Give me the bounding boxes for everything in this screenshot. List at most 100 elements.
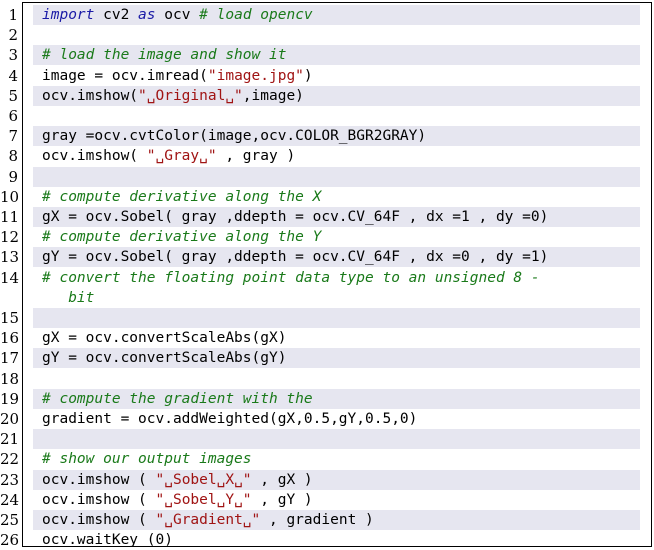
line-code: # compute derivative along the Y (42, 227, 321, 247)
line-number: 12 (0, 228, 20, 247)
code-token: , gray ) (216, 148, 296, 165)
string-token: "␣Gradient␣" (155, 512, 261, 528)
code-token: gX = ocv.convertScaleAbs(gX) (42, 330, 287, 347)
line-code: # load the image and show it (42, 45, 286, 65)
line-number: 24 (0, 490, 20, 509)
line-code: # compute the gradient with the (42, 389, 313, 409)
line-code: gradient = ocv.addWeighted(gX,0.5,gY,0.5… (42, 409, 417, 429)
code-line: 16 gX = ocv.convertScaleAbs(gX) (0, 328, 654, 348)
code-token: gX = ocv.Sobel( gray ,ddepth = ocv.CV_64… (42, 209, 549, 225)
line-number: 1 (8, 6, 18, 24)
code-line: 9 (0, 166, 654, 187)
line-code: ocv.waitKey (0) (42, 530, 173, 550)
string-token: "␣Original␣" (138, 87, 243, 104)
code-line: 15 (0, 308, 654, 328)
code-line: 3 # load the image and show it (0, 45, 654, 66)
line-number: 10 (0, 187, 20, 206)
line-number: 25 (0, 511, 20, 529)
code-token: ocv.waitKey (0) (42, 532, 173, 549)
line-code: # show our output images (42, 449, 252, 469)
line-number: 18 (0, 369, 20, 388)
code-line: 14 # convert the floating point data type… (0, 268, 654, 288)
code-token: ocv.imshow ( (42, 491, 156, 508)
code-line: 10 # compute derivative along the X (0, 187, 654, 207)
code-line: 11 gX = ocv.Sobel( gray ,ddepth = ocv.CV_… (0, 207, 654, 227)
keyword-token: as (138, 7, 156, 23)
line-number: 8 (8, 147, 18, 166)
code-line: 2 (0, 25, 654, 45)
line-number: 4 (8, 66, 18, 85)
line-number: 16 (0, 329, 20, 348)
code-token: ) (303, 67, 313, 84)
line-number: 19 (0, 389, 20, 408)
code-line: 5 ocv.imshow("␣Original␣",image) (0, 85, 654, 106)
code-token: gradient = ocv.addWeighted(gX,0.5,gY,0.5… (42, 411, 418, 427)
line-code: # compute derivative along the X (42, 187, 321, 207)
code-line: 12 # compute derivative along the Y (0, 227, 654, 247)
comment-token: # compute the gradient with the (42, 390, 313, 407)
line-highlight (33, 166, 640, 187)
code-token: ocv.imshow ( (42, 471, 156, 488)
line-code: ocv.imshow ( "␣Sobel␣X␣" , gX ) (42, 470, 313, 490)
line-code: bit (42, 288, 94, 308)
code-token: gY = ocv.Sobel( gray ,ddepth = ocv.CV_64… (42, 249, 549, 266)
comment-token: # compute derivative along the X (42, 188, 322, 205)
code-token: , gX ) (251, 471, 313, 488)
code-line: 13 gY = ocv.Sobel( gray ,ddepth = ocv.CV_… (0, 247, 654, 268)
code-token: cv2 (94, 7, 139, 23)
code-listing: 1 import cv2 as ocv # load opencv 2 3 # load… (0, 0, 654, 550)
code-token: , gY ) (251, 491, 313, 508)
line-code: ocv.imshow( "␣Gray␣" , gray ) (42, 146, 295, 166)
code-line: 19 # compute the gradient with the (0, 388, 654, 409)
line-number: 20 (0, 410, 20, 428)
string-token: "image.jpg" (207, 67, 304, 84)
code-token: ocv (155, 7, 200, 23)
line-code: ocv.imshow("␣Original␣",image) (42, 86, 304, 106)
code-line: 24 ocv.imshow ( "␣Sobel␣Y␣" , gY ) (0, 490, 654, 510)
line-number: 6 (8, 107, 18, 125)
comment-token: # load the image and show it (42, 47, 287, 64)
line-code: ocv.imshow ( "␣Sobel␣Y␣" , gY ) (42, 490, 313, 510)
code-line: 18 (0, 369, 654, 389)
string-token: "␣Sobel␣X␣" (155, 471, 252, 488)
code-line: 17 gY = ocv.convertScaleAbs(gY) (0, 348, 654, 369)
code-token: , gradient ) (260, 512, 374, 528)
comment-token: # convert the floating point data type t… (42, 269, 540, 286)
code-line: 8 ocv.imshow( "␣Gray␣" , gray ) (0, 146, 654, 166)
line-code: gray =ocv.cvtColor(image,ocv.COLOR_BGR2G… (42, 126, 426, 146)
comment-token: # compute derivative along the Y (42, 229, 322, 246)
line-code: gY = ocv.convertScaleAbs(gY) (42, 348, 286, 368)
code-line: 26 ocv.waitKey (0) (0, 530, 654, 550)
line-code: gX = ocv.Sobel( gray ,ddepth = ocv.CV_64… (42, 207, 548, 227)
line-number: 9 (8, 167, 18, 186)
line-code: gX = ocv.convertScaleAbs(gX) (42, 328, 286, 348)
line-number: 21 (0, 430, 20, 449)
line-code: ocv.imshow ( "␣Gradient␣" , gradient ) (42, 510, 374, 530)
code-line: 23 ocv.imshow ( "␣Sobel␣X␣" , gX ) (0, 469, 654, 490)
code-line: 7 gray =ocv.cvtColor(image,ocv.COLOR_BGR2… (0, 126, 654, 147)
line-number: 23 (0, 470, 20, 489)
code-line: 20 gradient = ocv.addWeighted(gX,0.5,gY,0… (0, 409, 654, 429)
code-line: 4 image = ocv.imread("image.jpg") (0, 66, 654, 86)
line-number: 11 (0, 208, 20, 226)
code-line: 22 # show our output images (0, 449, 654, 469)
comment-token: # show our output images (42, 451, 252, 468)
line-number: 5 (8, 86, 18, 105)
code-token: ,image) (242, 87, 304, 104)
code-line: 6 (0, 106, 654, 126)
line-number: 17 (0, 349, 20, 368)
line-number: 7 (8, 127, 18, 146)
line-number: 22 (0, 450, 20, 469)
code-line: 1 import cv2 as ocv # load opencv (0, 5, 654, 25)
code-token: image = ocv.imread( (42, 67, 208, 84)
code-line: bit (0, 288, 654, 308)
line-number: 14 (0, 268, 20, 287)
line-code: image = ocv.imread("image.jpg") (42, 66, 313, 86)
comment-token: # load opencv (199, 7, 313, 23)
line-code: gY = ocv.Sobel( gray ,ddepth = ocv.CV_64… (42, 247, 548, 267)
string-token: "␣Gray␣" (146, 148, 217, 165)
comment-token: bit (42, 289, 95, 306)
code-line: 25 ocv.imshow ( "␣Gradient␣" , gradient ) (0, 510, 654, 530)
string-token: "␣Sobel␣Y␣" (155, 491, 252, 508)
code-token: ocv.imshow( (42, 87, 139, 104)
